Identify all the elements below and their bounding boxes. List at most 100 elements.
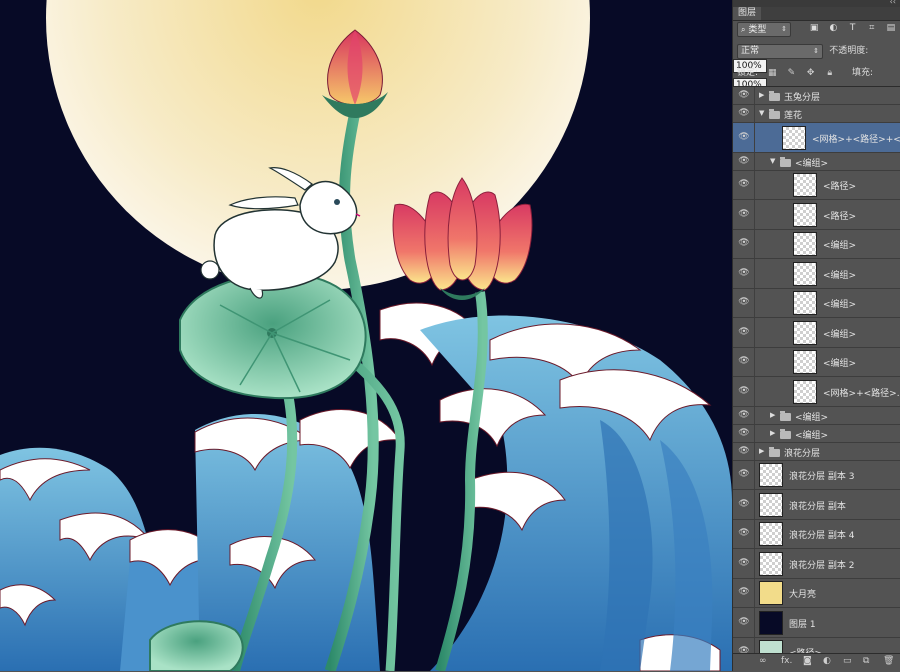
- expand-triangle-closed-icon[interactable]: ▶: [770, 411, 775, 419]
- visibility-eye-icon[interactable]: 👁︎: [736, 528, 752, 538]
- layer-name: 图层 1: [789, 619, 816, 630]
- visibility-eye-icon[interactable]: 👁︎: [736, 209, 752, 219]
- expand-triangle-open-icon[interactable]: ▼: [770, 157, 775, 165]
- visibility-eye-icon[interactable]: 👁︎: [736, 617, 752, 627]
- visibility-eye-icon[interactable]: 👁︎: [736, 558, 752, 568]
- smartobject-filter-icon[interactable]: ▤: [885, 22, 897, 34]
- lock-transparent-icon[interactable]: ▦: [767, 68, 777, 78]
- layer-group-row[interactable]: 👁︎ ▶ 玉兔分层: [733, 87, 900, 105]
- layer-row[interactable]: 👁︎ <路径>: [733, 170, 900, 200]
- visibility-eye-icon[interactable]: 👁︎: [736, 179, 752, 189]
- layer-group-row[interactable]: 👁︎ ▶ 浪花分层: [733, 442, 900, 461]
- adjustment-filter-icon[interactable]: ◐: [827, 22, 839, 34]
- eye-divider: [754, 87, 755, 104]
- layer-row[interactable]: 👁︎ 大月亮: [733, 578, 900, 608]
- layer-row[interactable]: 👁︎ <编组>: [733, 259, 900, 289]
- layer-group-row[interactable]: 👁︎ ▼ 莲花: [733, 105, 900, 123]
- layer-row[interactable]: 👁︎ 浪花分层 副本 4: [733, 519, 900, 549]
- visibility-eye-icon[interactable]: 👁︎: [736, 238, 752, 248]
- visibility-eye-icon[interactable]: 👁︎: [736, 428, 752, 438]
- layer-thumbnail: [793, 261, 817, 286]
- expand-triangle-open-icon[interactable]: ▼: [759, 109, 764, 117]
- layer-row[interactable]: 👁︎ 图层 1: [733, 608, 900, 638]
- layer-row[interactable]: 👁︎ <路径>: [733, 200, 900, 230]
- artwork-canvas[interactable]: [0, 0, 732, 671]
- layer-row[interactable]: 👁︎ <网格>+<路径>...: [733, 377, 900, 407]
- eye-divider: [754, 490, 755, 519]
- visibility-eye-icon[interactable]: 👁︎: [736, 268, 752, 278]
- layer-thumbnail: [759, 610, 783, 635]
- layer-name: 浪花分层: [784, 448, 821, 459]
- layer-name: <编组>: [823, 241, 857, 252]
- visibility-eye-icon[interactable]: 👁︎: [736, 499, 752, 509]
- visibility-eye-icon[interactable]: 👁︎: [736, 327, 752, 337]
- layer-row[interactable]: 👁︎ <编组>: [733, 347, 900, 377]
- visibility-eye-icon[interactable]: 👁︎: [736, 446, 752, 456]
- layer-row[interactable]: 👁︎ <网格>+<路径>+<...: [733, 123, 900, 153]
- visibility-eye-icon[interactable]: 👁︎: [736, 156, 752, 166]
- new-group-icon[interactable]: ▭: [843, 656, 852, 666]
- layer-group-row[interactable]: 👁︎ ▶ <编组>: [733, 406, 900, 425]
- layer-row[interactable]: 👁︎ 浪花分层 副本 2: [733, 549, 900, 579]
- layer-row[interactable]: 👁︎ <编组>: [733, 229, 900, 259]
- fill-label: 填充:: [851, 68, 874, 78]
- tab-layers[interactable]: 图层: [733, 7, 762, 20]
- layer-name: <编组>: [823, 300, 857, 311]
- eye-divider: [754, 288, 755, 317]
- layer-name: <路径>: [823, 211, 857, 222]
- visibility-eye-icon[interactable]: 👁︎: [736, 297, 752, 307]
- eye-divider: [754, 123, 755, 152]
- panel-top-strip: ‹‹: [733, 0, 900, 7]
- layer-name: <编组>: [795, 430, 829, 441]
- lock-all-icon[interactable]: 🔒︎: [825, 68, 835, 78]
- layer-row[interactable]: 👁︎ <编组>: [733, 318, 900, 348]
- visibility-eye-icon[interactable]: 👁︎: [736, 410, 752, 420]
- folder-icon: [780, 410, 791, 421]
- layer-name: 大月亮: [789, 590, 817, 601]
- trash-icon[interactable]: 🗑︎: [883, 656, 894, 666]
- visibility-eye-icon[interactable]: 👁︎: [736, 386, 752, 396]
- collapse-icon[interactable]: ‹‹: [890, 0, 896, 6]
- type-filter-icon[interactable]: T: [847, 22, 859, 34]
- visibility-eye-icon[interactable]: 👁︎: [736, 587, 752, 597]
- visibility-eye-icon[interactable]: 👁︎: [736, 132, 752, 142]
- lock-paint-icon[interactable]: ✎: [786, 68, 796, 78]
- layer-thumbnail: [759, 522, 783, 547]
- adjustment-layer-icon[interactable]: ◐: [823, 656, 831, 666]
- new-layer-icon[interactable]: ⧉: [863, 656, 869, 666]
- expand-triangle-closed-icon[interactable]: ▶: [759, 447, 764, 455]
- layer-row[interactable]: 👁︎ 浪花分层 副本 3: [733, 460, 900, 490]
- layer-row[interactable]: 👁︎ 浪花分层 副本: [733, 490, 900, 520]
- visibility-eye-icon[interactable]: 👁︎: [736, 90, 752, 100]
- layer-thumbnail: [793, 320, 817, 345]
- image-filter-icon[interactable]: ▣: [808, 22, 820, 34]
- layer-group-row[interactable]: 👁︎ ▼ <编组>: [733, 152, 900, 171]
- layer-group-row[interactable]: 👁︎ ▶ <编组>: [733, 424, 900, 443]
- add-mask-icon[interactable]: ◙: [803, 656, 812, 666]
- expand-triangle-closed-icon[interactable]: ▶: [770, 429, 775, 437]
- layer-name: <编组>: [795, 158, 829, 169]
- chevron-icon: ⇕: [813, 47, 819, 55]
- blend-mode-select[interactable]: 正常 ⇕: [737, 44, 823, 59]
- lock-position-icon[interactable]: ✥: [806, 68, 816, 78]
- layer-thumbnail: [759, 581, 783, 606]
- layer-name: 莲花: [784, 111, 803, 121]
- layer-name: <编组>: [795, 412, 829, 423]
- layer-row[interactable]: 👁︎ <编组>: [733, 288, 900, 318]
- eye-divider: [754, 377, 755, 406]
- eye-divider: [754, 424, 755, 442]
- lock-label: 锁定:: [737, 68, 759, 78]
- eye-divider: [754, 549, 755, 578]
- filter-kind-select[interactable]: ⌕ 类型 ⇕: [737, 22, 791, 37]
- visibility-eye-icon[interactable]: 👁︎: [736, 469, 752, 479]
- visibility-eye-icon[interactable]: 👁︎: [736, 108, 752, 118]
- lotus-leaf: [179, 273, 367, 400]
- shape-filter-icon[interactable]: ⌗: [866, 22, 878, 34]
- expand-triangle-closed-icon[interactable]: ▶: [759, 91, 764, 99]
- visibility-eye-icon[interactable]: 👁︎: [736, 356, 752, 366]
- chevron-icon: ⇕: [781, 25, 787, 33]
- layer-thumbnail: [759, 463, 783, 488]
- eye-divider: [754, 442, 755, 460]
- link-layers-icon[interactable]: ∞: [759, 656, 767, 666]
- fx-icon[interactable]: fx.: [781, 656, 792, 666]
